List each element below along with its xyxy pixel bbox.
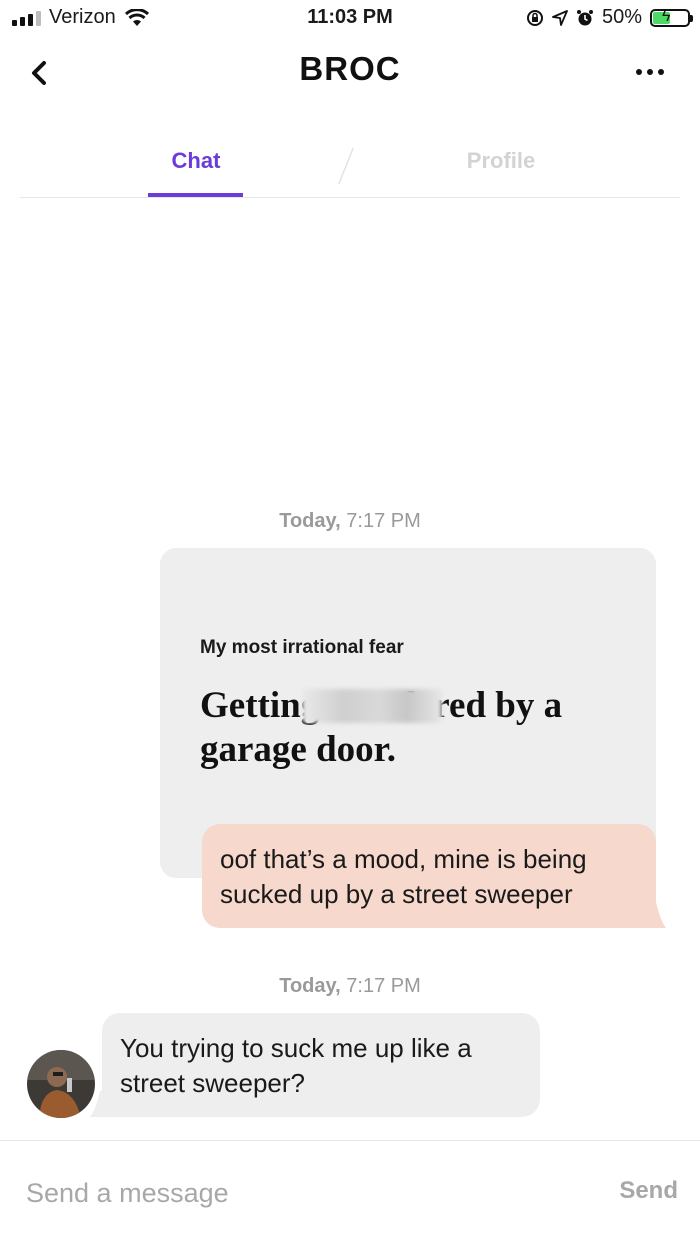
status-right: 50% ϟ — [526, 6, 693, 29]
page-title: BROC — [299, 50, 401, 87]
timestamp-time: 7:17 PM — [346, 975, 421, 997]
location-icon — [552, 9, 568, 26]
screen-lock-icon — [526, 9, 543, 26]
tab-profile[interactable]: Profile — [460, 148, 542, 174]
tab-chat[interactable]: Chat — [150, 148, 242, 174]
battery-charging-icon: ϟ — [650, 8, 693, 27]
active-tab-indicator — [148, 193, 243, 197]
alarm-icon — [576, 9, 593, 25]
message-timestamp: Today, 7:17 PM — [0, 510, 700, 533]
status-bar: Verizon 11:03 PM 50% ϟ — [0, 0, 700, 36]
outgoing-message-bubble[interactable]: oof that’s a mood, mine is being sucked … — [202, 824, 656, 928]
prompt-question: My most irrational fear — [200, 637, 404, 658]
tab-divider — [338, 147, 354, 185]
message-composer: Send — [0, 1140, 700, 1244]
tab-bar: Chat Profile — [20, 138, 680, 198]
timestamp-time: 7:17 PM — [346, 510, 421, 532]
send-button[interactable]: Send — [619, 1177, 678, 1205]
incoming-message-text: You trying to suck me up like a street s… — [120, 1033, 472, 1098]
timestamp-day: Today, — [279, 510, 341, 532]
more-dots-icon — [636, 69, 642, 75]
message-input[interactable] — [26, 1171, 566, 1215]
avatar[interactable] — [27, 1050, 95, 1118]
censor-blur — [302, 689, 442, 723]
incoming-message-bubble[interactable]: You trying to suck me up like a street s… — [102, 1013, 540, 1117]
message-timestamp: Today, 7:17 PM — [0, 975, 700, 998]
timestamp-day: Today, — [279, 975, 341, 997]
battery-percent: 50% — [601, 6, 642, 28]
chat-header: BROC — [0, 40, 700, 104]
avatar-photo — [27, 1050, 95, 1118]
more-options-button[interactable] — [630, 52, 670, 92]
bubble-tail — [640, 902, 666, 928]
outgoing-message-text: oof that’s a mood, mine is being sucked … — [220, 844, 587, 909]
